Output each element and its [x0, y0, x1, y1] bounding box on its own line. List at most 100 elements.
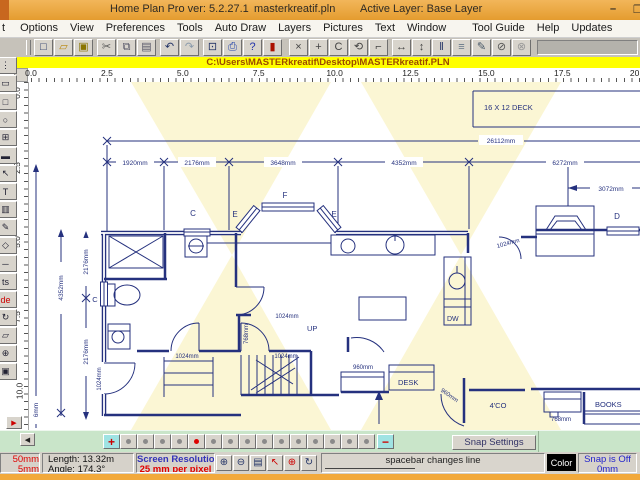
- hint-panel: spacebar changes line: [321, 453, 545, 473]
- left-tool-10[interactable]: ✎: [0, 219, 17, 236]
- menu-item-preferences[interactable]: Preferences: [100, 20, 171, 36]
- layer-dot-button-14[interactable]: [341, 434, 358, 449]
- left-tool-11[interactable]: ◇: [0, 237, 17, 254]
- undo-off-button[interactable]: ⊘: [492, 39, 511, 56]
- layer-dot-button-3[interactable]: [154, 434, 171, 449]
- menu-item-options[interactable]: Options: [14, 20, 64, 36]
- zoom-refresh-button[interactable]: ↻: [301, 455, 317, 471]
- zoom-in-button[interactable]: ⊕: [216, 455, 232, 471]
- scroll-origin-button[interactable]: ▶: [6, 416, 22, 429]
- left-tool-7[interactable]: ↖: [0, 165, 17, 182]
- up-label: UP: [307, 324, 317, 333]
- left-tool-14[interactable]: de: [0, 291, 17, 308]
- zoom-selection-button[interactable]: ⊕: [284, 455, 300, 471]
- paste-button[interactable]: ▤: [137, 39, 156, 56]
- left-tool-13[interactable]: ts: [0, 273, 17, 290]
- rotate-90-button[interactable]: ⟲: [349, 39, 368, 56]
- stamp-tool-icon: ▱: [2, 330, 9, 341]
- square-tool-icon: □: [3, 97, 8, 107]
- minimize-button[interactable]: –: [610, 3, 616, 15]
- screen-button[interactable]: ⊡: [203, 39, 222, 56]
- layer-dot-button-2[interactable]: [137, 434, 154, 449]
- zoom-pointer-button[interactable]: ↖: [267, 455, 283, 471]
- menu-item-tools[interactable]: Tools: [171, 20, 209, 36]
- layer-dot-button-1[interactable]: [120, 434, 137, 449]
- lines-button[interactable]: ≡: [452, 39, 471, 56]
- menu-item-text[interactable]: Text: [369, 20, 401, 36]
- open-file-button[interactable]: ▱: [54, 39, 73, 56]
- left-tool-2[interactable]: ▭: [0, 75, 17, 92]
- layer-dot-button-9[interactable]: [256, 434, 273, 449]
- layer-dot-button-13[interactable]: [324, 434, 341, 449]
- dim-label: 2176mm: [83, 249, 90, 274]
- left-tool-column: ⋮ ▭ □ ○⊞▬↖T▥✎◇─tsde↻ ▱ ⊕▣: [0, 57, 17, 417]
- left-tool-5[interactable]: ⊞: [0, 129, 17, 146]
- left-tool-9[interactable]: ▥: [0, 201, 17, 218]
- left-arrow-icon: ◀: [25, 436, 30, 444]
- zoom-out-button[interactable]: ⊖: [233, 455, 249, 471]
- cut-button[interactable]: ✂: [97, 39, 116, 56]
- layer-dot-icon: [262, 439, 267, 444]
- layer-dot-button-4[interactable]: [171, 434, 188, 449]
- layer-dot-button-8[interactable]: [239, 434, 256, 449]
- drawing-canvas[interactable]: 26112mm 1920mm 2176mm 3648mm 4352mm 6272…: [28, 82, 640, 430]
- menu-item-layers[interactable]: Layers: [272, 20, 317, 36]
- draw-button[interactable]: ✎: [472, 39, 491, 56]
- layer-dot-button-5[interactable]: [188, 434, 205, 449]
- disabled-tool-button[interactable]: ⊗: [512, 39, 531, 56]
- left-tool-1[interactable]: ⋮: [0, 57, 17, 74]
- menu-item-help[interactable]: Help: [531, 20, 566, 36]
- layer-dot-button-6[interactable]: [205, 434, 222, 449]
- remove-layer-button[interactable]: −: [377, 434, 394, 449]
- plan-thin-lines: [36, 91, 640, 428]
- layer-dot-button-7[interactable]: [222, 434, 239, 449]
- print-button[interactable]: ⎙: [223, 39, 242, 56]
- copy-button[interactable]: ⧉: [117, 39, 136, 56]
- layer-dot-button-11[interactable]: [290, 434, 307, 449]
- dw-label: DW: [447, 316, 459, 323]
- menu-item-view[interactable]: View: [64, 20, 100, 36]
- add-layer-button[interactable]: +: [103, 434, 120, 449]
- left-tool-17[interactable]: ⊕: [0, 345, 17, 362]
- menu-item-updates[interactable]: Updates: [565, 20, 618, 36]
- stretch-v-button[interactable]: ↕: [412, 39, 431, 56]
- left-tool-16[interactable]: ▱: [0, 327, 17, 344]
- left-tool-15[interactable]: ↻: [0, 309, 17, 326]
- undo-button[interactable]: ↶: [160, 39, 179, 56]
- save-button[interactable]: ▣: [74, 39, 93, 56]
- redo-button[interactable]: ↷: [180, 39, 199, 56]
- left-tool-6[interactable]: ▬: [0, 147, 17, 164]
- left-tool-4[interactable]: ○: [0, 111, 17, 128]
- new-file-button[interactable]: □: [34, 39, 53, 56]
- columns-button[interactable]: ‖: [432, 39, 451, 56]
- main-toolbar: □▱▣✂⧉▤↶↷⊡⎙?▮ ×+C⟲⌐↔↕‖≡✎⊘⊗: [0, 38, 640, 57]
- menu-item-auto-draw[interactable]: Auto Draw: [209, 20, 272, 36]
- color-button[interactable]: Color: [547, 454, 576, 471]
- exit-button[interactable]: ▮: [263, 39, 282, 56]
- layer-dot-button-10[interactable]: [273, 434, 290, 449]
- left-tool-18[interactable]: ▣: [0, 363, 17, 380]
- rotate-button[interactable]: C: [329, 39, 348, 56]
- zoom-page-button[interactable]: ▤: [250, 455, 266, 471]
- help-button[interactable]: ?: [243, 39, 262, 56]
- scroll-left-button[interactable]: ◀: [20, 433, 35, 446]
- left-tool-12[interactable]: ─: [0, 255, 17, 272]
- toolbar-handle[interactable]: [26, 40, 31, 55]
- layer-dot-button-15[interactable]: [358, 434, 375, 449]
- layer-dot-button-12[interactable]: [307, 434, 324, 449]
- move-button[interactable]: +: [309, 39, 328, 56]
- menu-item-pictures[interactable]: Pictures: [317, 20, 369, 36]
- select-corner-button[interactable]: ⌐: [369, 39, 388, 56]
- menu-item-partial[interactable]: t: [0, 20, 11, 36]
- menu-item-tool-guide[interactable]: Tool Guide: [466, 20, 531, 36]
- hruler-label: 20.0: [630, 68, 640, 78]
- menu-item-window[interactable]: Window: [401, 20, 452, 36]
- left-tool-3[interactable]: □: [0, 93, 17, 110]
- delete-button[interactable]: ×: [289, 39, 308, 56]
- maximize-button[interactable]: ❒: [633, 3, 640, 16]
- dim-label: 3072mm: [598, 186, 623, 193]
- stretch-h-button[interactable]: ↔: [392, 39, 411, 56]
- left-tool-8[interactable]: T: [0, 183, 17, 200]
- snap-settings-button[interactable]: Snap Settings: [452, 435, 536, 450]
- rectangle-tool-icon: ▭: [1, 78, 10, 89]
